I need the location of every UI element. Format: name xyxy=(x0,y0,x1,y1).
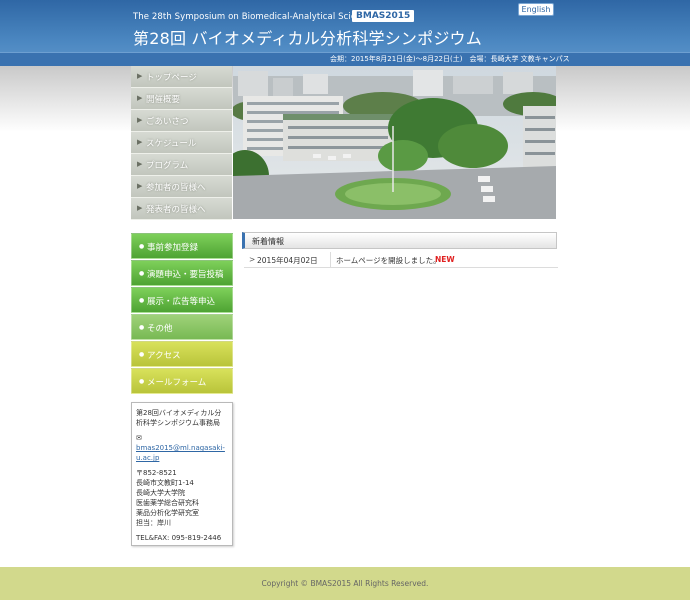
side-menu: ● 事前参加登録 ● 演題申込・要旨投稿 ● 展示・広告等申込 ● その他 ● アクセス … xyxy=(131,233,233,395)
arrow-right-icon: ▶ xyxy=(137,138,143,146)
nav-item-program[interactable]: ▶ プログラム xyxy=(131,154,232,176)
address-line: 〒852-8521 xyxy=(136,469,177,477)
arrow-right-icon: ▶ xyxy=(137,116,143,124)
arrow-right-icon: ▶ xyxy=(137,204,143,212)
menu-exhibit-button[interactable]: ● 展示・広告等申込 xyxy=(131,287,233,313)
bullet-icon: ● xyxy=(139,243,145,250)
nav-label: 開催概要 xyxy=(146,95,181,105)
address-line: 長崎大学大学院 xyxy=(136,489,185,497)
menu-label: メールフォーム xyxy=(147,378,207,388)
arrow-right-icon: ▶ xyxy=(137,72,143,80)
menu-label: 事前参加登録 xyxy=(147,243,199,253)
nav-item-greeting[interactable]: ▶ ごあいさつ xyxy=(131,110,232,132)
address-line: 薬品分析化学研究室 xyxy=(136,509,199,517)
divider xyxy=(330,252,331,268)
site-header: The 28th Symposium on Biomedical-Analyti… xyxy=(0,0,690,66)
news-date: 2015年04月02日 xyxy=(257,256,318,265)
menu-registration-button[interactable]: ● 事前参加登録 xyxy=(131,233,233,259)
nav-item-top[interactable]: ▶ トップページ xyxy=(131,66,232,88)
bullet-icon: ● xyxy=(139,351,145,358)
news-heading: 新着情報 xyxy=(242,232,557,249)
copyright: Copyright © BMAS2015 All Rights Reserved… xyxy=(261,579,429,588)
menu-label: アクセス xyxy=(147,351,181,361)
menu-label: その他 xyxy=(147,324,173,334)
site-title[interactable]: 第28回 バイオメディカル分析科学シンポジウム xyxy=(133,25,482,49)
event-info-bar: 会期：2015年8月21日(金)〜8月22日(土) 会場：長崎大学 文教キャンパ… xyxy=(0,52,690,66)
bullet-icon: ● xyxy=(139,270,145,277)
bullet-icon: ● xyxy=(139,324,145,331)
address-line: 担当：岸川 xyxy=(136,519,171,527)
arrow-right-icon: ▶ xyxy=(137,182,143,190)
address-line: 長崎市文教町1-14 xyxy=(136,479,194,487)
news-text: ホームページを開設しました。 xyxy=(336,256,441,265)
nav-label: 発表者の皆様へ xyxy=(146,205,206,215)
nav-label: ごあいさつ xyxy=(146,117,189,127)
menu-mailform-button[interactable]: ● メールフォーム xyxy=(131,368,233,394)
chevron-right-icon: > xyxy=(249,255,256,264)
address-line: 医歯薬学総合研究科 xyxy=(136,499,199,507)
nav-item-overview[interactable]: ▶ 開催概要 xyxy=(131,88,232,110)
symposium-subtitle: The 28th Symposium on Biomedical-Analyti… xyxy=(133,12,377,22)
bmas-badge: BMAS2015 xyxy=(352,10,415,22)
contact-org: 第28回バイオメディカル分析科学シンポジウム事務局 xyxy=(136,409,222,427)
nav-label: 参加者の皆様へ xyxy=(146,183,206,193)
top-nav: ▶ トップページ ▶ 開催概要 ▶ ごあいさつ ▶ スケジュール ▶ プログラム ▶ 参加者… xyxy=(131,66,232,220)
arrow-right-icon: ▶ xyxy=(137,160,143,168)
nav-item-schedule[interactable]: ▶ スケジュール xyxy=(131,132,232,154)
nav-item-presenters[interactable]: ▶ 発表者の皆様へ xyxy=(131,198,232,220)
menu-abstract-button[interactable]: ● 演題申込・要旨投稿 xyxy=(131,260,233,286)
contact-tel: TEL&FAX: 095-819-2446 xyxy=(136,534,222,542)
nav-item-participants[interactable]: ▶ 参加者の皆様へ xyxy=(131,176,232,198)
contact-box: 第28回バイオメディカル分析科学シンポジウム事務局 ✉ bmas2015@ml.… xyxy=(131,402,233,546)
menu-access-button[interactable]: ● アクセス xyxy=(131,341,233,367)
nav-label: プログラム xyxy=(146,161,189,171)
event-info-text: 会期：2015年8月21日(金)〜8月22日(土) 会場：長崎大学 文教キャンパ… xyxy=(330,55,570,63)
bullet-icon: ● xyxy=(139,378,145,385)
english-button[interactable]: English xyxy=(518,3,554,16)
bullet-icon: ● xyxy=(139,297,145,304)
new-badge: NEW xyxy=(435,255,455,264)
contact-email-link[interactable]: bmas2015@ml.nagasaki-u.ac.jp xyxy=(136,443,228,463)
mail-icon: ✉ xyxy=(136,434,142,442)
nav-label: スケジュール xyxy=(146,139,197,149)
menu-label: 展示・広告等申込 xyxy=(147,297,216,307)
site-footer: Copyright © BMAS2015 All Rights Reserved… xyxy=(0,567,690,600)
nav-label: トップページ xyxy=(146,73,197,83)
menu-label: 演題申込・要旨投稿 xyxy=(147,270,224,280)
news-heading-text: 新着情報 xyxy=(252,237,284,246)
arrow-right-icon: ▶ xyxy=(137,94,143,102)
news-item: > 2015年04月02日 ホームページを開設しました。 NEW xyxy=(244,252,558,268)
campus-photo xyxy=(233,66,556,219)
menu-other-button[interactable]: ● その他 xyxy=(131,314,233,340)
